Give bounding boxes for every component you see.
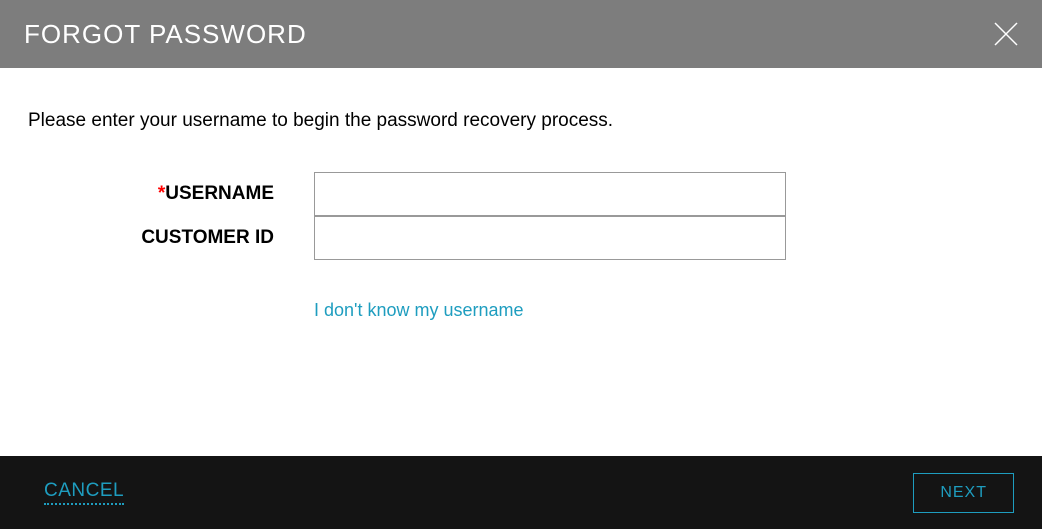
close-icon[interactable] bbox=[992, 20, 1020, 48]
link-row: I don't know my username bbox=[28, 300, 1014, 321]
instructions-text: Please enter your username to begin the … bbox=[28, 110, 1014, 132]
username-row: *USERNAME bbox=[28, 172, 1014, 216]
cancel-button[interactable]: CANCEL bbox=[44, 480, 124, 505]
dialog-title: FORGOT PASSWORD bbox=[24, 19, 307, 50]
username-input[interactable] bbox=[314, 172, 786, 216]
dont-know-username-link[interactable]: I don't know my username bbox=[314, 300, 524, 320]
username-label-text: USERNAME bbox=[165, 183, 274, 204]
next-button[interactable]: NEXT bbox=[913, 473, 1014, 513]
customer-id-row: CUSTOMER ID bbox=[28, 216, 1014, 260]
dialog-header: FORGOT PASSWORD bbox=[0, 0, 1042, 68]
dialog-footer: CANCEL NEXT bbox=[0, 456, 1042, 529]
customer-id-label: CUSTOMER ID bbox=[28, 227, 314, 249]
dialog-content: Please enter your username to begin the … bbox=[0, 68, 1042, 456]
username-label: *USERNAME bbox=[28, 183, 314, 205]
customer-id-input[interactable] bbox=[314, 216, 786, 260]
